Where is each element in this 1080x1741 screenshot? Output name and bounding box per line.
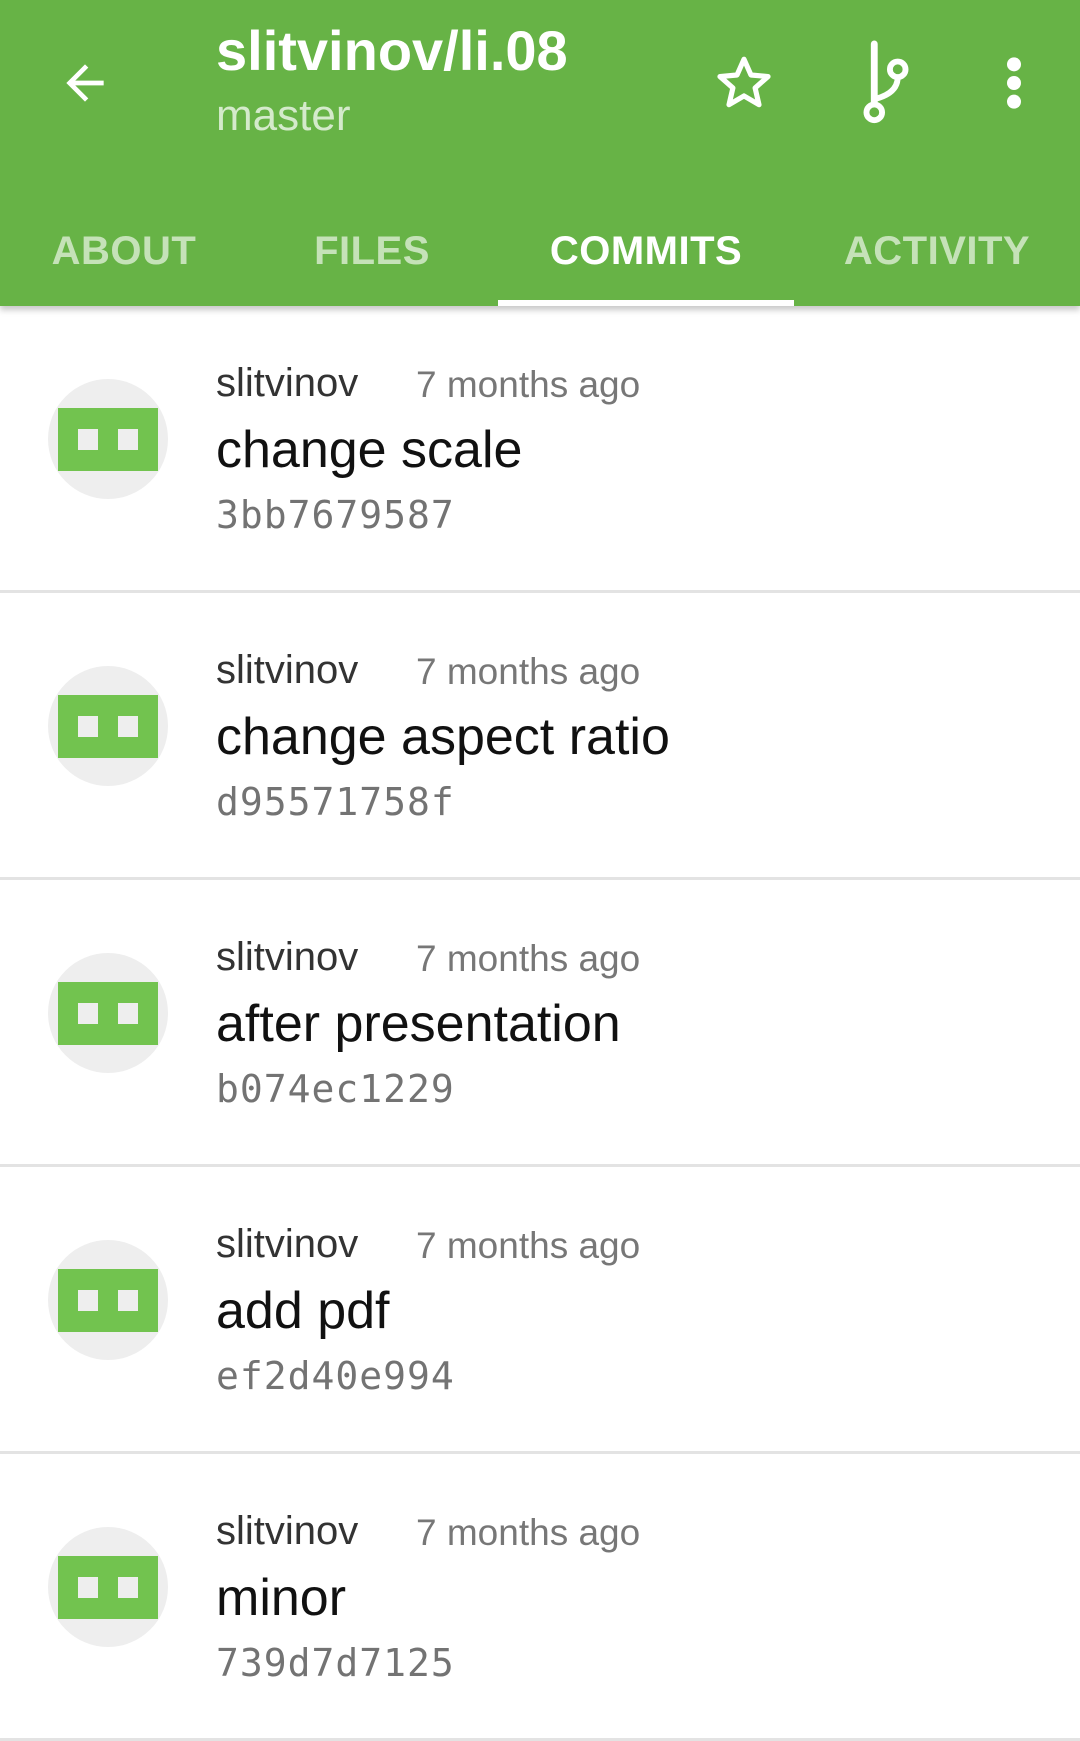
- branch-name: master: [216, 91, 351, 140]
- commit-author: slitvinov: [216, 361, 359, 405]
- commit-message: change aspect ratio: [216, 708, 670, 766]
- commit-time: 7 months ago: [416, 651, 641, 692]
- tab-commits[interactable]: COMMITS: [498, 196, 794, 306]
- overflow-menu-button[interactable]: [966, 37, 1062, 133]
- back-button[interactable]: [40, 40, 130, 130]
- commit-message: add pdf: [216, 1282, 390, 1340]
- commit-row[interactable]: slitvinov 7 months ago minor 739d7d7125: [0, 1454, 1080, 1741]
- avatar[interactable]: [48, 666, 168, 786]
- commit-sha: b074ec1229: [216, 1067, 455, 1111]
- star-button[interactable]: [696, 37, 792, 133]
- commit-row[interactable]: slitvinov 7 months ago change scale 3bb7…: [0, 306, 1080, 593]
- tab-about[interactable]: ABOUT: [0, 196, 248, 306]
- identicon-icon: [58, 1269, 158, 1332]
- identicon-icon: [58, 408, 158, 471]
- commit-row[interactable]: slitvinov 7 months ago change aspect rat…: [0, 593, 1080, 880]
- commit-message: change scale: [216, 421, 523, 479]
- repo-header: slitvinov/li.08 master: [216, 18, 568, 144]
- tab-activity[interactable]: ACTIVITY: [794, 196, 1080, 306]
- arrow-left-icon: [57, 55, 113, 116]
- star-outline-icon: [713, 52, 775, 119]
- commit-message: minor: [216, 1569, 347, 1627]
- tab-files[interactable]: FILES: [248, 196, 496, 306]
- commit-row[interactable]: slitvinov 7 months ago after presentatio…: [0, 880, 1080, 1167]
- identicon-icon: [58, 1556, 158, 1619]
- commit-author: slitvinov: [216, 648, 359, 692]
- commit-list: slitvinov 7 months ago change scale 3bb7…: [0, 306, 1080, 1741]
- identicon-icon: [58, 982, 158, 1045]
- commit-time: 7 months ago: [416, 938, 641, 979]
- commit-sha: 739d7d7125: [216, 1641, 455, 1685]
- commit-row[interactable]: slitvinov 7 months ago add pdf ef2d40e99…: [0, 1167, 1080, 1454]
- commit-time: 7 months ago: [416, 1225, 641, 1266]
- commit-sha: d95571758f: [216, 780, 455, 824]
- commit-author: slitvinov: [216, 1222, 359, 1266]
- commit-sha: 3bb7679587: [216, 493, 455, 537]
- branch-button[interactable]: [838, 37, 934, 133]
- commit-sha: ef2d40e994: [216, 1354, 455, 1398]
- repo-title: slitvinov/li.08: [216, 19, 568, 82]
- tab-bar: ABOUT FILES COMMITS ACTIVITY: [0, 196, 1080, 306]
- avatar[interactable]: [48, 953, 168, 1073]
- commit-author: slitvinov: [216, 935, 359, 979]
- commit-message: after presentation: [216, 995, 621, 1053]
- commit-author: slitvinov: [216, 1509, 359, 1553]
- app-bar: slitvinov/li.08 master ABOUT FILES COMMI…: [0, 0, 1080, 306]
- avatar[interactable]: [48, 1240, 168, 1360]
- avatar[interactable]: [48, 379, 168, 499]
- git-branch-icon: [862, 39, 910, 131]
- commit-time: 7 months ago: [416, 1512, 641, 1553]
- identicon-icon: [58, 695, 158, 758]
- more-vertical-icon: [1004, 55, 1024, 116]
- avatar[interactable]: [48, 1527, 168, 1647]
- commit-time: 7 months ago: [416, 364, 641, 405]
